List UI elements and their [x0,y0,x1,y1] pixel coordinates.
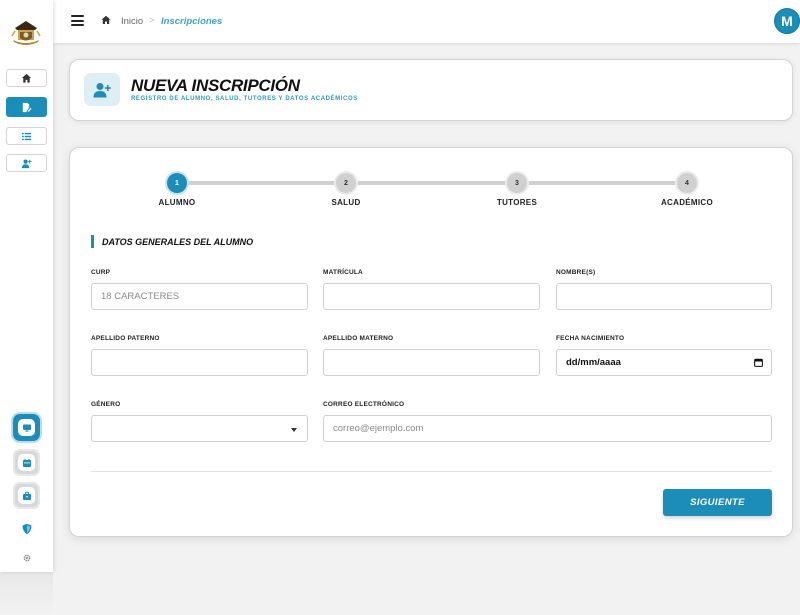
sidebar-item-inscripciones[interactable] [6,97,47,117]
calendar-picker-icon[interactable] [754,358,763,367]
fecha-nacimiento-label: FECHA NACIMIENTO [556,335,625,342]
page-header-card: NUEVA INSCRIPCIÓN REGISTRO DE ALUMNO, SA… [69,59,793,121]
apellido-paterno-label: APELLIDO PATERNO [91,335,160,342]
date-placeholder: dd/mm/aaaa [566,357,621,368]
chevron-down-icon [291,428,297,432]
list-icon [21,132,32,140]
stepper-connector-1 [177,181,345,185]
menu-toggle-icon[interactable] [71,15,84,26]
enrollment-form-card: 1 2 3 4 ALUMNO SALUD TUTORES ACADÉMICO D… [69,147,793,537]
home-icon [21,73,32,83]
correo-input[interactable]: correo@ejemplo.com [323,415,772,442]
apellido-materno-label: APELLIDO MATERNO [323,335,394,342]
apellido-paterno-input[interactable] [91,349,308,376]
stepper-connector-3 [515,181,687,185]
step-1-label: ALUMNO [158,198,196,207]
calendar-icon [22,458,31,467]
sidebar [0,0,53,572]
monitor-icon [22,424,31,432]
correo-label: CORREO ELECTRÓNICO [323,401,405,408]
curp-label: CURP [91,269,111,276]
correo-placeholder: correo@ejemplo.com [333,423,424,434]
step-1-circle[interactable]: 1 [167,173,187,193]
sidebar-shield-button[interactable] [20,522,33,535]
user-avatar[interactable]: M [774,8,800,34]
shield-icon [22,523,31,534]
step-2-circle[interactable]: 2 [336,173,356,193]
sidebar-settings-button[interactable] [20,551,33,564]
page-title: NUEVA INSCRIPCIÓN [131,76,300,95]
matricula-label: MATRÍCULA [323,269,363,276]
step-2-label: SALUD [331,198,361,207]
briefcase-icon [22,491,31,500]
school-crest-logo[interactable] [11,18,41,46]
genero-select[interactable] [91,415,308,442]
nombres-input[interactable] [556,283,772,310]
breadcrumb-home[interactable]: Inicio [121,16,143,27]
stepper-connector-2 [345,181,515,185]
step-3-circle[interactable]: 3 [507,173,527,193]
sidebar-footer-shadow [0,572,53,615]
step-3-label: TUTORES [496,198,538,207]
breadcrumb-separator: > [149,15,155,25]
sidebar-item-list[interactable] [6,127,47,145]
section-title: DATOS GENERALES DEL ALUMNO [102,237,254,247]
page-subtitle: REGISTRO DE ALUMNO, SALUD, TUTORES Y DAT… [131,96,358,102]
breadcrumb-home-icon[interactable] [101,15,111,25]
curp-input[interactable]: 18 CARACTERES [91,283,308,310]
header-icon-box [84,73,120,106]
breadcrumb-current: Inscripciones [161,16,223,27]
gear-icon [23,554,30,561]
form-divider [91,471,772,472]
curp-placeholder: 18 CARACTERES [101,291,180,302]
apellido-materno-input[interactable] [323,349,540,376]
sidebar-briefcase-button[interactable] [13,482,40,509]
next-button[interactable]: SIGUIENTE [663,489,772,516]
sidebar-monitor-button[interactable] [13,414,40,441]
section-accent-bar [91,235,94,248]
fecha-nacimiento-input[interactable]: dd/mm/aaaa [556,349,772,376]
step-4-label: ACADÉMICO [660,198,714,207]
sidebar-calendar-button[interactable] [13,449,40,476]
genero-label: GÉNERO [91,401,121,408]
topbar: Inicio > Inscripciones M [53,0,800,43]
sidebar-item-add-user[interactable] [6,154,47,172]
file-edit-icon [22,102,32,112]
nombres-label: NOMBRE(S) [556,269,596,276]
user-plus-icon [21,159,32,168]
step-4-circle[interactable]: 4 [677,173,697,193]
matricula-input[interactable] [323,283,540,310]
user-plus-icon [93,82,111,97]
sidebar-item-home[interactable] [6,69,47,87]
